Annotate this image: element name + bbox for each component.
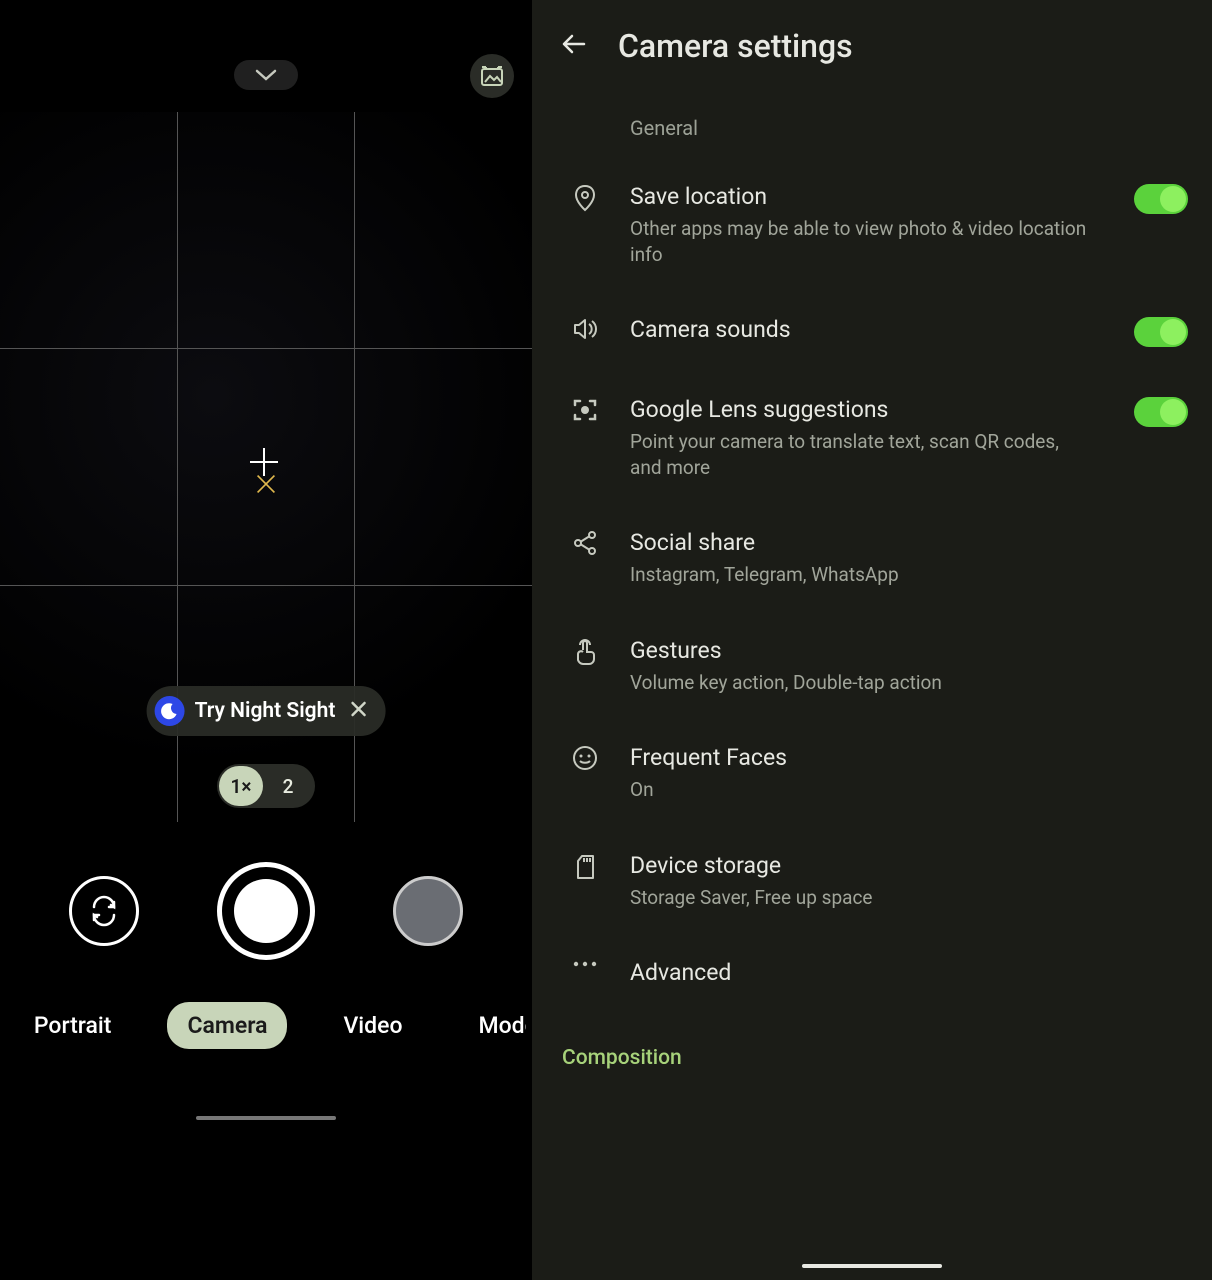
- setting-social-share[interactable]: Social share Instagram, Telegram, WhatsA…: [532, 504, 1212, 612]
- lens-icon: [568, 395, 602, 423]
- grid-line: [0, 585, 532, 586]
- setting-google-lens[interactable]: Google Lens suggestions Point your camer…: [532, 371, 1212, 504]
- arrow-left-icon: [560, 30, 588, 58]
- settings-drawer-handle[interactable]: [234, 60, 298, 90]
- home-indicator[interactable]: [802, 1264, 942, 1268]
- volume-icon: [568, 315, 602, 341]
- zoom-2x[interactable]: 2: [263, 766, 313, 806]
- setting-gestures[interactable]: Gestures Volume key action, Double-tap a…: [532, 612, 1212, 720]
- zoom-1x[interactable]: 1×: [219, 766, 263, 806]
- close-icon[interactable]: [345, 695, 371, 727]
- setting-title: Advanced: [630, 958, 1172, 988]
- setting-sub: On: [630, 777, 1172, 803]
- section-composition: Composition: [532, 1012, 1212, 1070]
- setting-camera-sounds[interactable]: Camera sounds: [532, 291, 1212, 371]
- zoom-selector[interactable]: 1× 2: [217, 764, 315, 808]
- setting-advanced[interactable]: Advanced: [532, 934, 1212, 1012]
- setting-sub: Storage Saver, Free up space: [630, 885, 1172, 911]
- shutter-inner: [234, 879, 298, 943]
- setting-sub: Point your camera to translate text, sca…: [630, 429, 1090, 480]
- location-icon: [568, 182, 602, 212]
- setting-sub: Instagram, Telegram, WhatsApp: [630, 562, 1172, 588]
- flip-icon: [86, 893, 122, 929]
- camera-controls: t Sight Portrait Camera Video Modes: [0, 822, 532, 1132]
- settings-header: Camera settings: [532, 0, 1212, 80]
- setting-title: Gestures: [630, 636, 1172, 666]
- toggle-google-lens[interactable]: [1134, 397, 1188, 427]
- suggestion-label: Try Night Sight: [195, 699, 336, 723]
- setting-sub: Volume key action, Double-tap action: [630, 670, 1172, 696]
- gallery-shortcut-button[interactable]: [470, 54, 514, 98]
- mode-modes[interactable]: Modes: [459, 1002, 527, 1049]
- focus-indicator: [250, 448, 278, 476]
- setting-title: Camera sounds: [630, 315, 1090, 345]
- mode-video[interactable]: Video: [323, 1002, 422, 1049]
- setting-title: Frequent Faces: [630, 743, 1172, 773]
- chevron-down-icon: [255, 68, 277, 82]
- camera-topbar: [0, 0, 532, 112]
- shutter-button[interactable]: [217, 862, 315, 960]
- more-horizontal-icon: [568, 958, 602, 968]
- home-indicator[interactable]: [196, 1116, 336, 1120]
- share-icon: [568, 528, 602, 556]
- gallery-icon: [480, 65, 504, 87]
- toggle-save-location[interactable]: [1134, 184, 1188, 214]
- viewfinder[interactable]: Try Night Sight 1× 2: [0, 112, 532, 822]
- touch-icon: [568, 636, 602, 666]
- setting-save-location[interactable]: Save location Other apps may be able to …: [532, 158, 1212, 291]
- flip-camera-button[interactable]: [69, 876, 139, 946]
- last-photo-thumbnail[interactable]: [393, 876, 463, 946]
- setting-sub: Other apps may be able to view photo & v…: [630, 216, 1090, 267]
- setting-title: Device storage: [630, 851, 1172, 881]
- mode-camera[interactable]: Camera: [167, 1002, 287, 1049]
- toggle-camera-sounds[interactable]: [1134, 317, 1188, 347]
- camera-app: Try Night Sight 1× 2 t Sight P: [0, 0, 532, 1280]
- setting-title: Social share: [630, 528, 1172, 558]
- setting-device-storage[interactable]: Device storage Storage Saver, Free up sp…: [532, 827, 1212, 935]
- setting-title: Google Lens suggestions: [630, 395, 1090, 425]
- night-sight-suggestion[interactable]: Try Night Sight: [147, 686, 386, 736]
- sd-card-icon: [568, 851, 602, 881]
- moon-icon: [155, 696, 185, 726]
- mode-portrait[interactable]: Portrait: [14, 1002, 132, 1049]
- section-general: General: [532, 80, 1212, 158]
- setting-title: Save location: [630, 182, 1090, 212]
- page-title: Camera settings: [618, 27, 853, 65]
- back-button[interactable]: [554, 24, 594, 68]
- setting-frequent-faces[interactable]: Frequent Faces On: [532, 719, 1212, 827]
- face-icon: [568, 743, 602, 771]
- mode-selector[interactable]: t Sight Portrait Camera Video Modes: [0, 980, 526, 1049]
- grid-line: [0, 348, 532, 349]
- camera-settings-screen: Camera settings General Save location Ot…: [532, 0, 1212, 1280]
